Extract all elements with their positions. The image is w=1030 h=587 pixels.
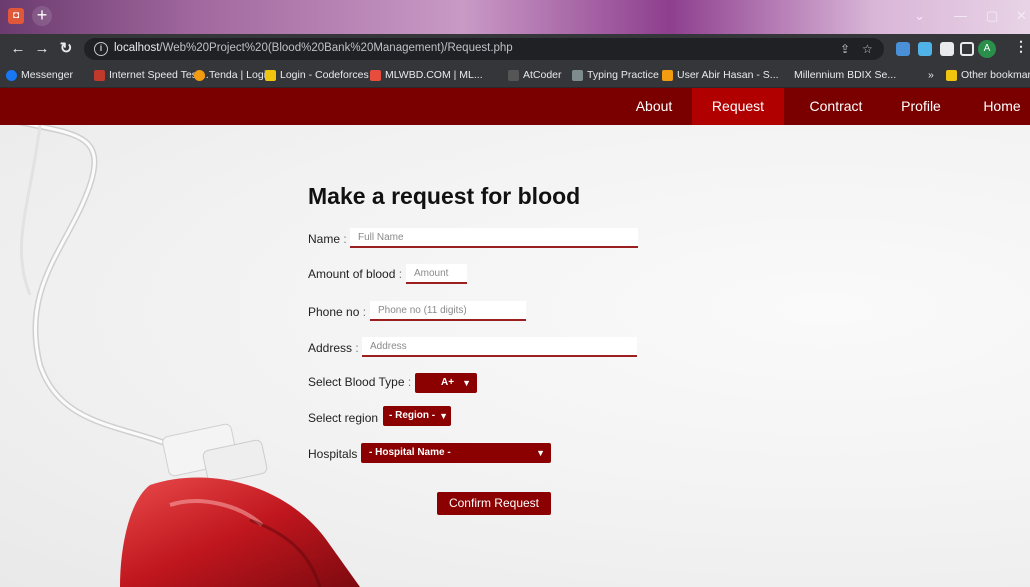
phone-label: Phone no : <box>308 305 366 319</box>
phone-label-text: Phone no <box>308 305 360 319</box>
chevron-down-icon: ▼ <box>536 448 545 458</box>
hospital-select[interactable]: - Hospital Name - ▼ <box>361 443 551 463</box>
amount-label: Amount of blood : <box>308 267 402 281</box>
tab-search-icon[interactable]: ⌄ <box>914 8 925 24</box>
confirm-request-button[interactable]: Confirm Request <box>437 492 551 515</box>
tenda-icon <box>194 69 205 81</box>
typing-icon <box>572 69 583 81</box>
hospital-value: - Hospital Name - <box>369 447 451 458</box>
messenger-icon <box>6 69 17 81</box>
other-bookmarks[interactable]: Other bookmarks <box>946 69 1030 81</box>
amount-input[interactable] <box>406 264 467 284</box>
bookmark-item[interactable]: Typing Practice <box>572 69 659 81</box>
minimize-icon[interactable]: — <box>954 8 967 23</box>
codeforces-icon <box>265 69 276 81</box>
colon: : <box>343 232 347 246</box>
bookmark-item[interactable]: Login - Codeforces <box>265 69 369 81</box>
colon: : <box>407 375 412 389</box>
blood-type-value: A+ <box>441 377 455 388</box>
address-label-text: Address <box>308 341 353 355</box>
chevron-down-icon: ▼ <box>439 411 448 421</box>
name-label-text: Name <box>308 232 341 246</box>
bookmark-item[interactable]: Tenda | Login <box>194 69 272 81</box>
stackoverflow-icon <box>662 69 673 81</box>
profile-avatar[interactable]: A <box>978 40 996 58</box>
extension-translate-icon[interactable] <box>896 42 910 56</box>
address-label: Address : <box>308 341 359 355</box>
nav-contract[interactable]: Contract <box>793 88 879 125</box>
url-host: localhost <box>114 42 160 54</box>
bookmark-item[interactable]: Millennium BDIX Se... <box>794 69 896 81</box>
blood-type-label-text: Select Blood Type <box>308 375 405 389</box>
bookmark-label: AtCoder <box>523 69 562 81</box>
url-path: /Web%20Project%20(Blood%20Bank%20Managem… <box>159 42 513 54</box>
full-name-input[interactable] <box>350 228 638 248</box>
extensions-puzzle-icon[interactable] <box>940 42 954 56</box>
amount-label-text: Amount of blood <box>308 267 396 281</box>
back-icon[interactable]: ← <box>8 39 28 59</box>
folder-icon <box>946 69 957 81</box>
page-title: Make a request for blood <box>308 183 581 209</box>
extension-plus-icon[interactable] <box>918 42 932 56</box>
nav-home[interactable]: Home <box>974 88 1030 125</box>
url-text[interactable]: localhost/Web%20Project%20(Blood%20Bank%… <box>114 42 513 54</box>
blood-type-label: Select Blood Type : <box>308 375 411 389</box>
nav-about[interactable]: About <box>625 88 683 125</box>
address-bar[interactable]: i localhost/Web%20Project%20(Blood%20Ban… <box>84 38 884 60</box>
colon: : <box>355 341 359 355</box>
close-icon[interactable]: ✕ <box>1016 8 1027 24</box>
reload-icon[interactable]: ↻ <box>56 39 76 59</box>
more-bookmarks-label: » <box>928 69 934 81</box>
hospitals-label: Hospitals <box>308 447 358 461</box>
forward-icon[interactable]: → <box>32 39 52 59</box>
maximize-icon[interactable]: ▢ <box>986 8 998 24</box>
mlwbd-icon <box>370 69 381 81</box>
colon: : <box>362 305 367 319</box>
bookmark-item[interactable]: Messenger <box>6 69 73 81</box>
bookmark-label: Tenda | Login <box>209 69 272 81</box>
region-select[interactable]: - Region - ▼ <box>383 406 451 426</box>
share-icon[interactable]: ⇪ <box>840 42 850 56</box>
blood-type-select[interactable]: A+ ▼ <box>415 373 477 393</box>
speedtest-icon <box>94 69 105 81</box>
new-tab-icon[interactable]: + <box>32 6 52 26</box>
bookmark-label: MLWBD.COM | ML... <box>385 69 483 81</box>
bookmark-star-icon[interactable]: ☆ <box>862 42 873 56</box>
bookmark-item[interactable]: User Abir Hasan - S... <box>662 69 779 81</box>
phone-input[interactable] <box>370 301 526 321</box>
browser-tab-strip: ◘ + ⌄ — ▢ ✕ <box>0 0 1030 34</box>
other-bookmarks-label: Other bookmarks <box>961 69 1030 81</box>
colon: : <box>398 267 403 281</box>
nav-profile[interactable]: Profile <box>888 88 954 125</box>
chevron-down-icon: ▼ <box>462 378 471 388</box>
region-label: Select region <box>308 411 379 425</box>
bookmark-item[interactable]: MLWBD.COM | ML... <box>370 69 483 81</box>
region-value: - Region - <box>389 410 436 421</box>
atcoder-icon <box>508 69 519 81</box>
app-icon[interactable]: ◘ <box>8 8 24 24</box>
bookmark-label: Millennium BDIX Se... <box>794 69 897 81</box>
bookmark-label: Typing Practice <box>587 69 659 81</box>
more-bookmarks[interactable]: » <box>928 69 934 81</box>
address-input[interactable] <box>362 337 637 357</box>
side-panel-icon[interactable] <box>960 42 974 56</box>
bookmarks-bar: Messenger Internet Speed Test... Tenda |… <box>0 64 1030 88</box>
name-label: Name : <box>308 232 347 246</box>
bookmark-label: Login - Codeforces <box>280 69 369 81</box>
site-info-icon[interactable]: i <box>94 42 108 56</box>
bookmark-label: User Abir Hasan - S... <box>677 69 779 81</box>
bookmark-item[interactable]: Internet Speed Test... <box>94 69 209 81</box>
bookmark-label: Messenger <box>21 69 73 81</box>
nav-request[interactable]: Request <box>692 88 784 125</box>
bookmark-item[interactable]: AtCoder <box>508 69 562 81</box>
browser-toolbar: ← → ↻ i localhost/Web%20Project%20(Blood… <box>0 34 1030 64</box>
menu-kebab-icon[interactable]: ⋮ <box>1014 38 1028 55</box>
site-navbar: About Request Contract Profile Home <box>0 88 1030 125</box>
